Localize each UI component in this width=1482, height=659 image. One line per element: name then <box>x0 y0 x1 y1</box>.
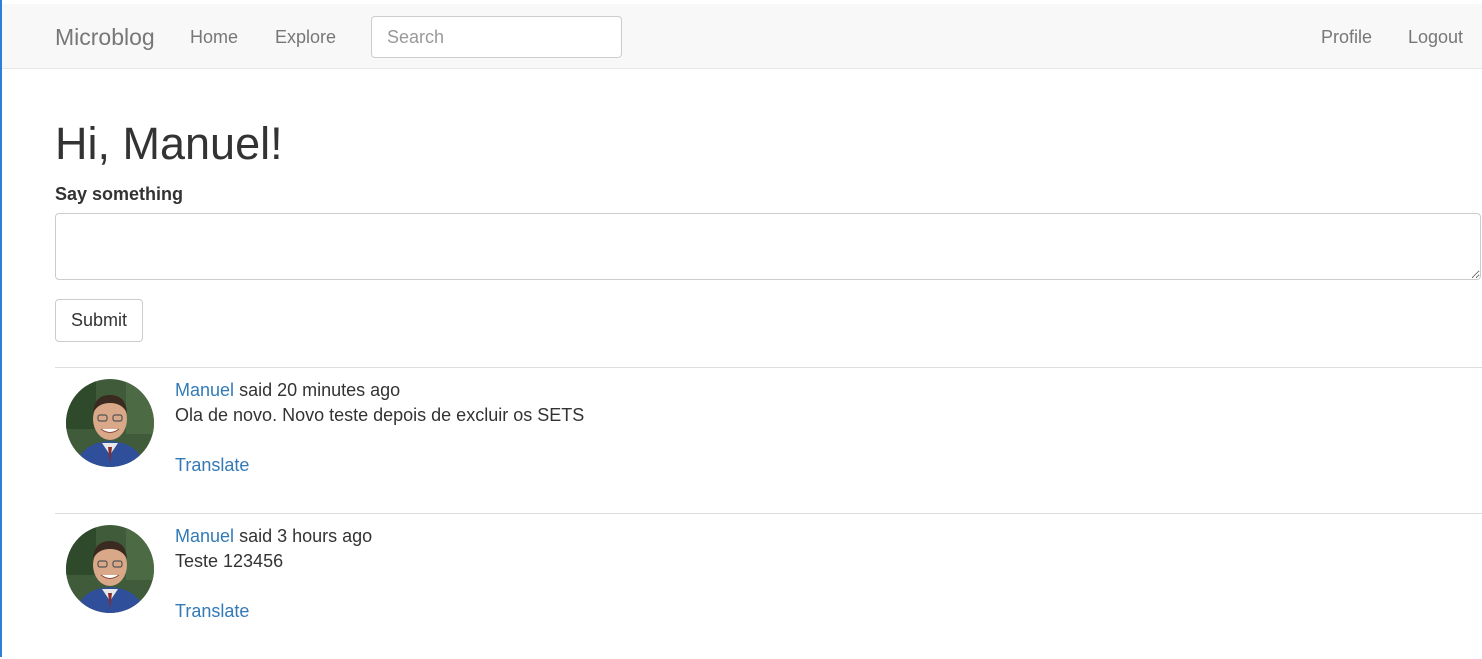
post-form-label: Say something <box>55 184 184 204</box>
translate-link[interactable]: Translate <box>175 454 249 476</box>
post-header: Manuel said 3 hours ago <box>175 525 372 547</box>
post-header: Manuel said 20 minutes ago <box>175 379 400 401</box>
post-textarea[interactable] <box>55 213 1481 280</box>
author-link[interactable]: Manuel <box>175 526 234 546</box>
submit-button[interactable]: Submit <box>55 299 143 342</box>
nav-profile-link[interactable]: Profile <box>1321 26 1372 48</box>
post-item: Manuel said 20 minutes ago Ola de novo. … <box>55 367 1482 513</box>
page-title: Hi, Manuel! <box>55 118 283 169</box>
author-link[interactable]: Manuel <box>175 380 234 400</box>
nav-home-link[interactable]: Home <box>190 26 238 48</box>
post-body: Teste 123456 <box>175 551 284 571</box>
navbar: Microblog Home Explore Profile Logout <box>2 4 1482 69</box>
search-input[interactable] <box>371 16 622 58</box>
post-timestamp: said 3 hours ago <box>239 526 373 546</box>
nav-explore-link[interactable]: Explore <box>275 26 336 48</box>
brand-link[interactable]: Microblog <box>55 23 155 51</box>
nav-logout-link[interactable]: Logout <box>1408 26 1463 48</box>
post-item: Manuel said 3 hours ago Teste 123456 Tra… <box>55 513 1482 659</box>
post-body: Ola de novo. Novo teste depois de exclui… <box>175 405 585 425</box>
post-timestamp: said 20 minutes ago <box>239 380 401 400</box>
avatar[interactable] <box>66 379 154 467</box>
avatar-image <box>66 525 154 613</box>
avatar-image <box>66 379 154 467</box>
translate-link[interactable]: Translate <box>175 600 249 622</box>
avatar[interactable] <box>66 525 154 613</box>
